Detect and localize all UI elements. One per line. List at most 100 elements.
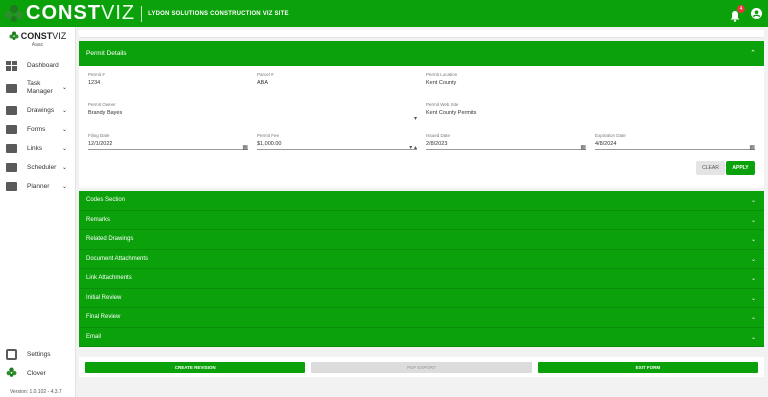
form-actions: CREATE REVISION PDF EXPORT EXIT FORM [79,357,764,377]
field-value: Kent County Permits [426,110,477,116]
stepper-arrows-icon[interactable]: ▾ ▴ [409,144,417,151]
chevron-down-icon: ⌄ [750,276,756,282]
calendar-icon[interactable]: ▦ [580,144,586,151]
section-title: Final Review [86,314,121,321]
calendar-icon[interactable]: ▦ [749,144,755,151]
clear-button[interactable]: CLEAR [696,161,725,175]
permit-number-field[interactable]: Permit # 1234 [88,72,248,86]
chevron-down-icon: ⌄ [750,198,756,204]
section-title: Related Drawings [86,236,134,243]
section-codes[interactable]: Codes Section ⌄ [79,191,764,211]
section-title: Link Attachments [86,275,132,282]
field-value: 1234 [88,80,101,86]
sidebar-item-settings[interactable]: Settings [0,345,76,364]
sidebar-item-account[interactable]: Clover [0,364,76,383]
section-final-review[interactable]: Final Review ⌄ [79,308,764,328]
sidebar-item-task-manager[interactable]: Task Manager ⌄ [0,75,75,101]
section-remarks[interactable]: Remarks ⌄ [79,210,764,230]
field-label: Issued Date [426,133,451,138]
parcel-number-field[interactable]: Parcel # ABA [257,72,417,86]
apply-button[interactable]: APPLY [726,161,755,175]
constviz-logo-icon [4,4,24,24]
field-label: Permit Location [426,72,458,77]
permit-details-header[interactable]: Permit Details ⌃ [79,41,764,66]
chevron-down-icon: ⌄ [750,334,756,341]
section-related-drawings[interactable]: Related Drawings ⌄ [79,230,764,250]
expiration-date-field[interactable]: Expiration Date 4/8/2024 ▦ [595,133,755,151]
pdf-export-button[interactable]: PDF EXPORT [311,361,532,373]
sidebar-item-label: Drawings [27,106,55,114]
clover-icon [6,365,17,383]
chevron-down-icon: ⌄ [61,85,67,91]
sidebar-item-planner[interactable]: Planner ⌄ [0,177,75,196]
sidebar: CONSTVIZ Aaac Dashboard Task Manager ⌄ D… [0,27,76,397]
permit-location-field[interactable]: Permit Location Kent County [426,72,586,86]
chevron-down-icon: ⌄ [61,146,67,152]
sidebar-item-links[interactable]: Links ⌄ [0,139,75,158]
folder-icon [6,144,17,153]
permit-owner-field[interactable]: Permit Owner Brandy Bayes [88,102,248,118]
account-circle-icon [751,8,762,19]
section-title: Codes Section [86,197,126,204]
folder-icon [6,182,17,191]
sidebar-item-label: Clover [27,369,46,377]
chevron-down-icon: ⌄ [750,217,756,224]
dashboard-icon [6,60,17,71]
chevron-down-icon: ⌄ [750,315,756,321]
dropdown-arrow-icon: ▾ [413,116,417,122]
field-value: 12/1/2022 [88,141,113,147]
section-title: Document Attachments [86,255,149,262]
field-label: Permit Fee [257,133,280,138]
issued-date-field[interactable]: Issued Date 2/8/2023 ▦ [426,133,586,151]
field-label: Permit # [88,72,105,77]
chevron-down-icon: ⌄ [61,165,67,171]
sidebar-username: Aaac [31,42,44,48]
section-link-attachments[interactable]: Link Attachments ⌄ [79,269,764,289]
chevron-down-icon: ⌄ [750,295,756,302]
permit-fee-field[interactable]: Permit Fee $1,000.00 ▾ ▴ [257,133,417,151]
permit-details-panel: Permit # 1234 Parcel # ABA Permit Locati… [79,66,764,188]
main-content: Permit Details ⌃ Permit # 1234 Parcel # … [79,30,764,347]
sidebar-item-dashboard[interactable]: Dashboard [0,56,75,75]
sidebar-item-label: Settings [27,350,51,358]
field-label: Filing Date [88,133,110,138]
folder-icon [6,106,17,115]
field-label: Expiration Date [595,133,626,138]
account-button[interactable] [751,6,762,24]
folder-icon [6,125,17,134]
chevron-down-icon: ⌄ [61,108,67,114]
permit-owner-dropdown[interactable]: ▾ [257,102,417,122]
section-document-attachments[interactable]: Document Attachments ⌄ [79,249,764,269]
field-label: Permit Web Site [426,102,459,107]
section-title: Email [86,333,102,340]
permit-web-site-field[interactable]: Permit Web Site Kent County Permits [426,102,586,116]
folder-icon [6,163,17,172]
header-divider [141,5,143,22]
sidebar-brand: CONSTVIZ [0,31,75,41]
section-title: Initial Review [86,294,122,301]
exit-form-button[interactable]: EXIT FORM [537,361,758,373]
chevron-up-icon: ⌃ [750,50,756,57]
notifications-button[interactable]: 4 [729,5,745,22]
sidebar-item-scheduler[interactable]: Scheduler ⌄ [0,158,75,177]
sidebar-item-label: Planner [27,182,50,190]
sidebar-item-forms[interactable]: Forms ⌄ [0,120,75,139]
folder-icon [6,83,17,93]
section-initial-review[interactable]: Initial Review ⌄ [79,288,764,308]
filing-date-field[interactable]: Filing Date 12/1/2022 ▦ [88,133,248,151]
field-value: ABA [257,80,269,86]
sidebar-item-label: Scheduler [27,163,57,171]
sidebar-item-label: Links [27,144,43,152]
sidebar-item-label: Dashboard [27,61,59,69]
site-subtitle: LYDON SOLUTIONS CONSTRUCTION VIZ SITE [148,10,289,17]
panel-title: Permit Details [86,50,127,57]
calendar-icon[interactable]: ▦ [242,144,248,151]
field-value: 2/8/2023 [426,141,448,147]
sidebar-brand-text: CONSTVIZ [20,31,67,41]
app-header: CONSTVIZ LYDON SOLUTIONS CONSTRUCTION VI… [0,0,768,27]
create-revision-button[interactable]: CREATE REVISION [85,361,306,373]
notification-badge: 4 [737,5,745,13]
section-email[interactable]: Email ⌄ [79,327,764,347]
sidebar-item-drawings[interactable]: Drawings ⌄ [0,101,75,120]
field-label: Permit Owner [88,102,116,107]
